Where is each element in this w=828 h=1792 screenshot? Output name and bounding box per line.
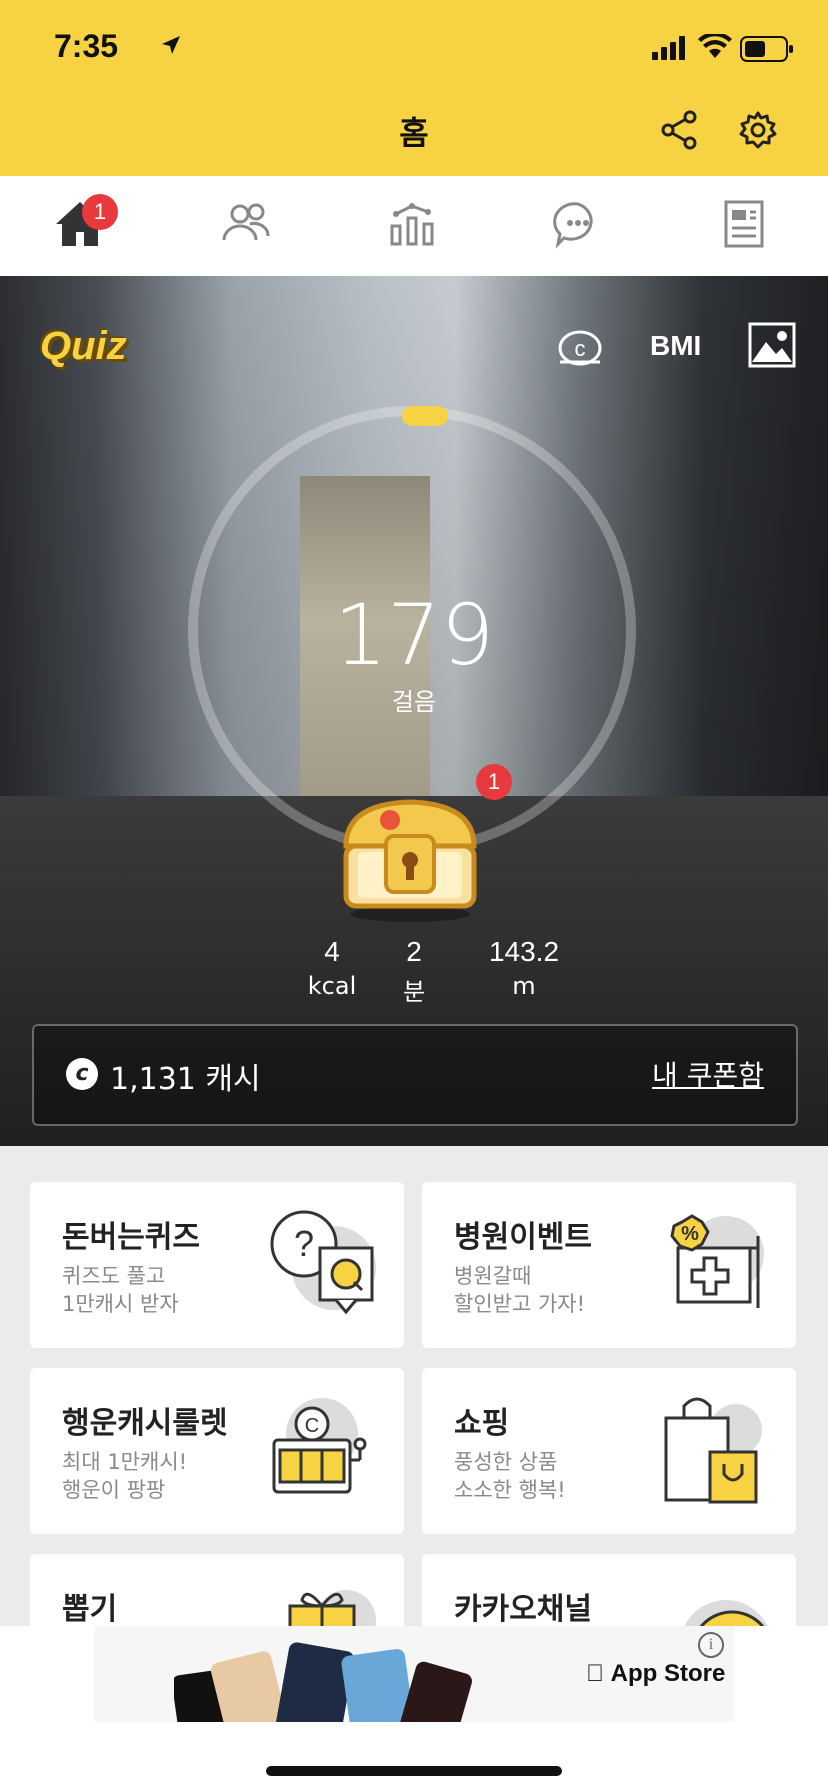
svg-text:c: c: [575, 336, 586, 361]
app-store-text: App Store: [586, 1660, 726, 1687]
distance-stat: 143.2 m: [464, 936, 584, 1000]
minutes-value: 2: [406, 936, 422, 967]
image-gallery-icon[interactable]: [748, 322, 796, 368]
card-title: 돈버는퀴즈: [62, 1220, 200, 1255]
tab-bar: 1: [0, 176, 828, 276]
card-subtitle: 풍성한 상품 소소한 행복!: [454, 1450, 566, 1502]
status-time: 7:35: [54, 28, 119, 64]
card-subtitle: 병원갈때 할인받고 가자!: [454, 1264, 586, 1316]
tab-statistics[interactable]: [384, 196, 444, 256]
cash-c-icon[interactable]: c: [556, 322, 604, 370]
step-count-label: 걸음: [391, 688, 437, 716]
bmi-button[interactable]: BMI: [650, 330, 701, 362]
minutes-unit: 분: [402, 978, 426, 1006]
tab-friends[interactable]: [218, 196, 278, 256]
card-shopping[interactable]: 쇼핑 풍성한 상품 소소한 행복!: [422, 1368, 796, 1534]
card-title: 행운캐시룰렛: [62, 1406, 228, 1441]
treasure-chest-icon[interactable]: [330, 786, 490, 926]
game-art-cards: [174, 1642, 472, 1722]
settings-gear-icon[interactable]: [738, 110, 778, 150]
cellular-signal-icon: [652, 36, 685, 60]
share-icon[interactable]: [660, 110, 700, 150]
location-arrow-icon: [162, 36, 180, 54]
card-subtitle: 최대 1만캐시! 행운이 팡팡: [62, 1450, 188, 1502]
quiz-button[interactable]: Quiz: [40, 324, 127, 369]
tab-news[interactable]: [716, 196, 776, 256]
distance-unit: m: [512, 972, 536, 1000]
card-title: 쇼핑: [454, 1406, 510, 1441]
battery-icon: [740, 36, 793, 62]
slot-machine-icon: C: [272, 1398, 367, 1494]
svg-text:C: C: [305, 1415, 319, 1437]
app-store-label[interactable]:  App Store: [586, 1660, 725, 1688]
card-title: 카카오채널: [454, 1592, 592, 1627]
home-indicator[interactable]: [266, 1766, 562, 1776]
shopping-bag-icon: [664, 1397, 762, 1504]
step-count: 179: [333, 586, 495, 684]
card-hospital-event[interactable]: 병원이벤트 병원갈때 할인받고 가자! %: [422, 1182, 796, 1348]
card-title: 병원이벤트: [454, 1220, 592, 1255]
wifi-icon: [698, 34, 732, 58]
app-header: 7:35 홈: [0, 0, 828, 176]
cash-balance-bar: c 1,131 캐시 내 쿠폰함: [32, 1024, 798, 1126]
card-money-quiz[interactable]: 돈버는퀴즈 퀴즈도 풀고 1만캐시 받자 ?: [30, 1182, 404, 1348]
app-store-ad-banner[interactable]:  App Store i: [94, 1626, 734, 1722]
apple-logo-icon: : [586, 1660, 604, 1687]
my-coupons-link[interactable]: 내 쿠폰함: [652, 1054, 764, 1094]
tab-chat[interactable]: [550, 196, 610, 256]
ad-info-icon[interactable]: i: [698, 1632, 724, 1658]
tab-home[interactable]: 1: [52, 194, 118, 256]
step-counter-hero: Quiz c BMI 179 걸음 1 4 kcal 2 분 143.2 m c…: [0, 276, 828, 1146]
step-progress-indicator: [402, 406, 448, 426]
cash-coin-icon: c: [66, 1058, 98, 1090]
chat-bubble-icon: [553, 202, 593, 249]
statistics-chart-icon: [390, 203, 434, 246]
page-title: 홈: [399, 114, 429, 152]
svg-text:?: ?: [294, 1223, 314, 1264]
chest-notification-badge: 1: [476, 764, 512, 800]
svg-text:%: %: [681, 1223, 699, 1245]
cash-balance: 1,131 캐시: [110, 1062, 261, 1097]
minutes-stat: 2 분: [354, 936, 474, 1007]
news-document-icon: [724, 200, 764, 248]
card-lucky-roulette[interactable]: 행운캐시룰렛 최대 1만캐시! 행운이 팡팡 C: [30, 1368, 404, 1534]
distance-value: 143.2: [488, 936, 560, 967]
friends-icon: [222, 203, 270, 241]
quiz-icon: ?: [270, 1210, 376, 1315]
card-subtitle: 퀴즈도 풀고 1만캐시 받자: [62, 1264, 179, 1316]
card-title: 뽑기: [62, 1592, 118, 1627]
hospital-icon: %: [670, 1214, 764, 1308]
home-notification-badge: 1: [82, 194, 118, 230]
